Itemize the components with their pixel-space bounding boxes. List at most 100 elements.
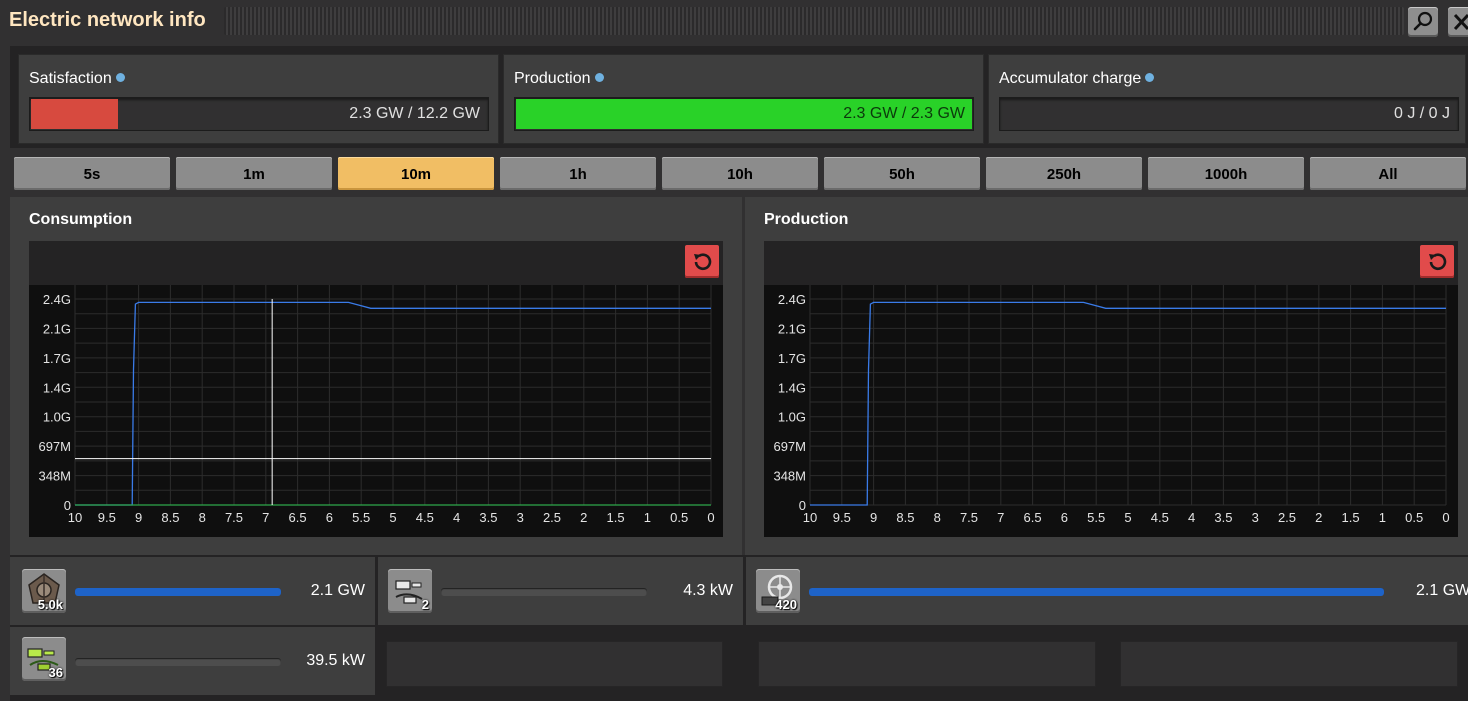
time-button-1h[interactable]: 1h: [500, 157, 656, 190]
x-tick-label: 1: [644, 510, 651, 525]
consumer-entry[interactable]: 5.0k 2.1 GW: [10, 557, 375, 625]
x-tick-label: 2: [580, 510, 587, 525]
drag-handle[interactable]: [224, 7, 1404, 35]
time-button-10m[interactable]: 10m: [338, 157, 494, 190]
consumer-entry[interactable]: 2 4.3 kW: [378, 557, 743, 625]
x-tick-label: 8.5: [161, 510, 179, 525]
production-reset-button[interactable]: [1420, 245, 1454, 278]
producer-entry[interactable]: 420 2.1 GW: [746, 557, 1468, 625]
x-tick-label: 0.5: [1405, 510, 1423, 525]
x-tick-label: 3.5: [1214, 510, 1232, 525]
consumption-panel: Consumption 1 0 9.5 9 8.5 8 7.5 7 6.5 6 5.5 5 4.5 4 3.…: [10, 197, 742, 555]
y-tick-label: 1.0G: [778, 410, 806, 425]
consumer-slot[interactable]: 36: [22, 637, 66, 681]
time-button-10h[interactable]: 10h: [662, 157, 818, 190]
x-tick-label: 7: [262, 510, 269, 525]
producer-slot[interactable]: 420: [756, 569, 800, 613]
x-tick-label: 5.5: [352, 510, 370, 525]
x-tick-label: 4: [1188, 510, 1195, 525]
producer-bar: [809, 588, 1384, 596]
consumption-plot[interactable]: 10 9.5 9 8.5 8 7.5 7 6.5 6 5.5 5 4.5 4 3.5 3 2.5 2 1.5 1 0.…: [29, 285, 723, 537]
x-tick-label: 8.5: [896, 510, 914, 525]
x-tick-label: 2.5: [543, 510, 561, 525]
x-tick-label: 5: [1124, 510, 1131, 525]
consumer-entry[interactable]: 36 39.5 kW: [10, 627, 375, 695]
consumer-count: 36: [48, 665, 63, 680]
production-panel: Production 1 0 9.5 9 8.5 8 7.5 7 6.5 6 5.5 5 4.5 4 3.5…: [745, 197, 1468, 555]
y-tick-label: 1.0G: [43, 410, 71, 425]
y-tick-label: 2.4G: [43, 292, 71, 307]
x-tick-label: 1: [1379, 510, 1386, 525]
reset-icon: [694, 253, 712, 271]
y-tick-label: 1.4G: [43, 380, 71, 395]
y-tick-label: 2.4G: [778, 292, 806, 307]
y-tick-label: 348M: [38, 469, 71, 484]
x-tick-label: 7.5: [225, 510, 243, 525]
time-button-1000h[interactable]: 1000h: [1148, 157, 1304, 190]
close-button[interactable]: [1448, 7, 1468, 37]
info-icon: [115, 73, 125, 82]
production-selection-area[interactable]: [764, 241, 1458, 285]
consumer-slot[interactable]: 5.0k: [22, 569, 66, 613]
y-tick-label: 697M: [773, 439, 806, 454]
y-tick-label: 0: [64, 498, 71, 513]
consumption-selection-area[interactable]: [29, 241, 723, 285]
consumer-slot[interactable]: 2: [388, 569, 432, 613]
x-tick-label: 1.5: [1342, 510, 1360, 525]
y-tick-label: 1.7G: [43, 351, 71, 366]
x-tick-label: 4.5: [416, 510, 434, 525]
x-tick-label: 2: [1315, 510, 1322, 525]
magnifier-icon: [1413, 11, 1433, 31]
x-tick-label: 8: [199, 510, 206, 525]
y-tick-label: 1.7G: [778, 351, 806, 366]
consumption-reset-button[interactable]: [685, 245, 719, 278]
time-button-all[interactable]: All: [1310, 157, 1466, 190]
consumer-bar: [75, 658, 281, 666]
consumer-power: 39.5 kW: [306, 652, 365, 669]
producer-bar-fill: [809, 588, 1384, 596]
y-tick-label: 2.1G: [43, 321, 71, 336]
satisfaction-label: Satisfaction: [29, 70, 125, 88]
empty-entry-slot: [758, 641, 1096, 687]
consumer-power: 4.3 kW: [683, 582, 733, 599]
x-tick-label: 8: [934, 510, 941, 525]
satisfaction-bar: 2.3 GW / 12.2 GW: [29, 97, 489, 131]
x-tick-label: 6: [1061, 510, 1068, 525]
x-tick-label: 3: [1252, 510, 1259, 525]
production-graph-title: Production: [764, 211, 849, 228]
x-tick-label: 5: [389, 510, 396, 525]
x-tick-label: 4: [453, 510, 460, 525]
time-button-1m[interactable]: 1m: [176, 157, 332, 190]
time-button-250h[interactable]: 250h: [986, 157, 1142, 190]
time-button-5s[interactable]: 5s: [14, 157, 170, 190]
x-tick-label: 0: [1442, 510, 1449, 525]
production-label: Production: [514, 70, 604, 88]
production-chart: 10 9.5 9 8.5 8 7.5 7 6.5 6 5.5 5 4.5 4 3.5 3 2.5 2 1.5 1 0.…: [773, 285, 1450, 525]
consumption-chart: 10 9.5 9 8.5 8 7.5 7 6.5 6 5.5 5 4.5 4 3.5 3 2.5 2 1.5 1 0.…: [38, 285, 715, 525]
x-tick-label: 9: [870, 510, 877, 525]
x-tick-label: 6.5: [1024, 510, 1042, 525]
x-tick-label: 7: [997, 510, 1004, 525]
empty-entry-slot: [386, 641, 723, 687]
x-tick-label: 7.5: [960, 510, 978, 525]
info-icon: [594, 73, 604, 82]
close-x-icon: [1453, 13, 1468, 31]
production-plot[interactable]: 10 9.5 9 8.5 8 7.5 7 6.5 6 5.5 5 4.5 4 3.5 3 2.5 2 1.5 1 0.…: [764, 285, 1458, 537]
x-tick-label: 0.5: [670, 510, 688, 525]
consumer-power: 2.1 GW: [310, 582, 365, 599]
y-tick-label: 348M: [773, 469, 806, 484]
x-tick-label: 9.5: [833, 510, 851, 525]
x-tick-label: 4.5: [1151, 510, 1169, 525]
x-tick-label: 9.5: [98, 510, 116, 525]
consumer-bar-fill: [75, 588, 281, 596]
time-button-50h[interactable]: 50h: [824, 157, 980, 190]
x-tick-label: 6.5: [289, 510, 307, 525]
window-title: Electric network info: [9, 9, 206, 31]
satisfaction-box: Satisfaction 2.3 GW / 12.2 GW: [18, 54, 499, 144]
satisfaction-bar-fill: [31, 99, 118, 129]
production-bar: 2.3 GW / 2.3 GW: [514, 97, 974, 131]
producer-count: 420: [775, 597, 797, 612]
search-button[interactable]: [1408, 7, 1438, 37]
reset-icon: [1429, 253, 1447, 271]
x-tick-label: 5.5: [1087, 510, 1105, 525]
